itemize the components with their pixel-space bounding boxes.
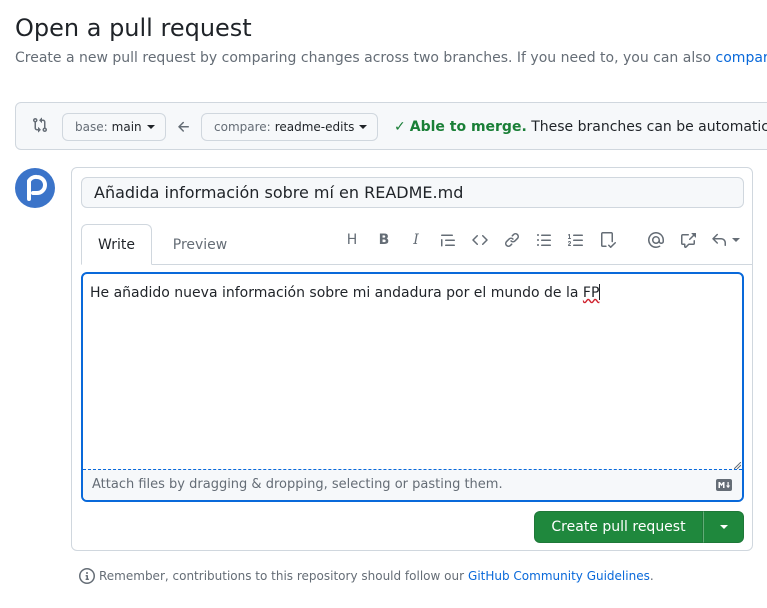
file-attachment-area[interactable]: Attach files by dragging & dropping, sel… — [83, 469, 742, 500]
chevron-down-icon — [731, 238, 740, 242]
create-pull-request-group: Create pull request — [534, 511, 744, 543]
remember-text: Remember, contributions to this reposito… — [99, 569, 465, 583]
cross-reference-button[interactable] — [676, 228, 700, 252]
base-branch-select[interactable]: base: main — [62, 113, 166, 141]
mention-icon — [648, 232, 664, 248]
code-icon — [472, 234, 488, 246]
tab-preview[interactable]: Preview — [158, 224, 242, 265]
attach-files-hint: Attach files by dragging & dropping, sel… — [92, 477, 503, 492]
heading-button[interactable]: H — [340, 228, 364, 252]
base-branch-label: base: — [75, 120, 108, 134]
merge-status-ok: Able to merge. — [409, 119, 527, 135]
saved-replies-button[interactable] — [708, 228, 742, 252]
merge-status-detail: These branches can be automatic — [531, 119, 767, 135]
contribution-guidelines-note: Remember, contributions to this reposito… — [79, 568, 654, 584]
link-icon — [504, 232, 520, 248]
compare-branch-value: readme-edits — [274, 120, 355, 134]
list-ordered-icon — [568, 234, 583, 246]
create-pull-request-button[interactable]: Create pull request — [534, 511, 703, 543]
pr-body-text[interactable]: He añadido nueva información sobre mi an… — [90, 284, 601, 301]
link-button[interactable] — [500, 228, 524, 252]
chevron-down-icon — [719, 525, 728, 529]
pr-body-content: He añadido nueva información sobre mi an… — [90, 285, 583, 301]
community-guidelines-link[interactable]: GitHub Community Guidelines — [468, 569, 650, 583]
task-list-button[interactable] — [596, 228, 620, 252]
chevron-down-icon — [146, 125, 155, 129]
quote-icon — [441, 234, 455, 247]
list-unordered-icon — [537, 234, 551, 246]
quote-button[interactable] — [436, 228, 460, 252]
markdown-icon[interactable] — [716, 479, 732, 491]
tab-write[interactable]: Write — [81, 224, 152, 265]
spellcheck-flagged-word: FP — [582, 285, 600, 301]
avatar-logo-icon — [27, 174, 47, 201]
mention-button[interactable] — [644, 228, 668, 252]
git-compare-icon — [33, 117, 48, 133]
merge-status: ✓ Able to merge. These branches can be au… — [394, 119, 767, 135]
compare-branch-select[interactable]: compare: readme-edits — [201, 113, 379, 141]
pull-request-form: Write Preview H B I — [71, 167, 753, 551]
bold-button[interactable]: B — [372, 228, 396, 252]
arrow-left-icon — [178, 121, 189, 132]
page-subtitle: Create a new pull request by comparing c… — [15, 50, 767, 66]
branch-range-bar: base: main compare: readme-edits ✓ Able t… — [15, 102, 767, 150]
text-cursor — [599, 284, 601, 300]
pr-title-input[interactable] — [81, 177, 744, 208]
remember-period: . — [649, 569, 654, 583]
check-icon: ✓ — [394, 119, 406, 135]
compare-across-forks-link[interactable]: compar — [716, 50, 767, 66]
resize-handle-icon[interactable] — [734, 462, 741, 469]
base-branch-value: main — [111, 120, 142, 134]
ordered-list-button[interactable] — [564, 228, 588, 252]
tasklist-icon — [601, 232, 616, 248]
italic-button[interactable]: I — [404, 228, 428, 252]
pr-body-textarea[interactable]: He añadido nueva información sobre mi an… — [81, 272, 744, 502]
code-button[interactable] — [468, 228, 492, 252]
cross-reference-icon — [681, 233, 696, 248]
chevron-down-icon — [359, 125, 368, 129]
page-title: Open a pull request — [15, 14, 252, 42]
subtitle-text: Create a new pull request by comparing c… — [15, 50, 712, 66]
create-pull-request-dropdown[interactable] — [703, 511, 744, 543]
avatar[interactable] — [15, 168, 55, 208]
unordered-list-button[interactable] — [532, 228, 556, 252]
info-icon — [79, 568, 95, 584]
compare-branch-label: compare: — [214, 120, 271, 134]
reply-icon — [711, 233, 726, 246]
